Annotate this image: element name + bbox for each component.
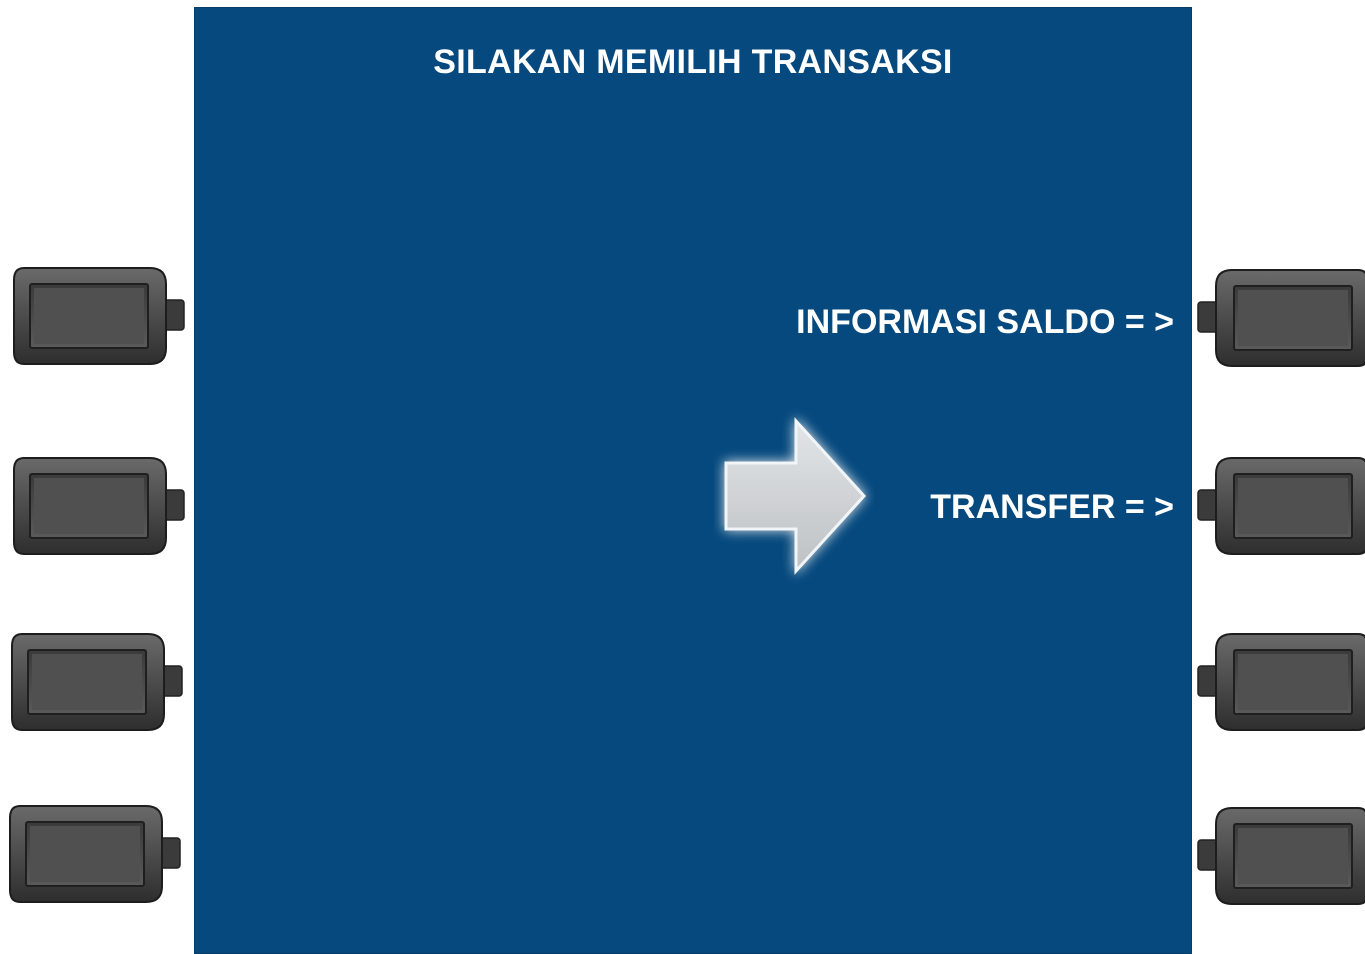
option-transfer: TRANSFER = > <box>930 488 1174 526</box>
screen-title: SILAKAN MEMILIH TRANSAKSI <box>433 43 953 81</box>
right-function-key-1[interactable] <box>1196 264 1365 372</box>
right-function-key-4[interactable] <box>1196 802 1365 910</box>
left-function-key-4[interactable] <box>6 800 182 908</box>
right-function-key-2[interactable] <box>1196 452 1365 560</box>
option-informasi-saldo: INFORMASI SALDO = > <box>796 303 1174 341</box>
arrow-right-icon <box>714 407 874 585</box>
atm-screen: SILAKAN MEMILIH TRANSAKSI INFORMASI SALD… <box>194 7 1192 954</box>
left-function-key-1[interactable] <box>10 262 186 370</box>
left-function-key-2[interactable] <box>10 452 186 560</box>
left-function-key-3[interactable] <box>8 628 184 736</box>
right-function-key-3[interactable] <box>1196 628 1365 736</box>
atm-stage: SILAKAN MEMILIH TRANSAKSI INFORMASI SALD… <box>0 0 1365 954</box>
